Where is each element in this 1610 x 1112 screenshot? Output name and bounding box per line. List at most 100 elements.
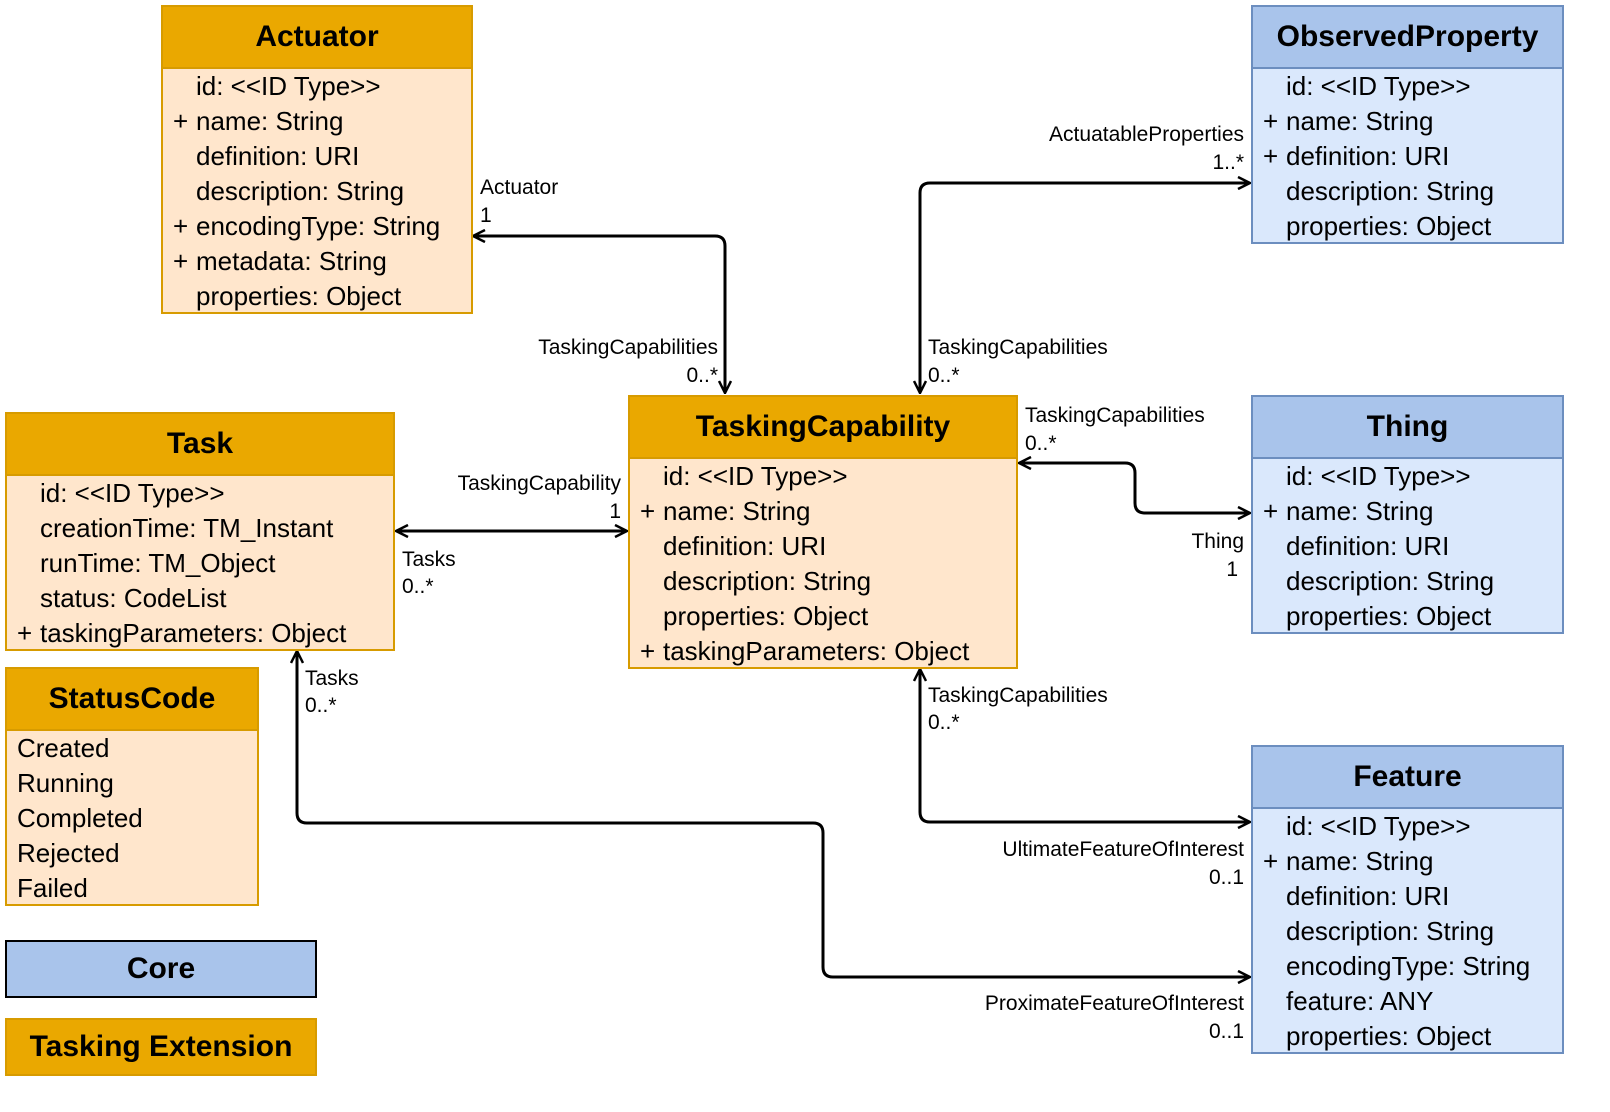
attribute-text: description: String xyxy=(1286,176,1495,206)
attribute-text: properties: Object xyxy=(1286,211,1492,241)
attribute-text: properties: Object xyxy=(1286,601,1492,631)
assoc-multiplicity: 0..* xyxy=(305,694,337,717)
attribute-row: + taskingParameters: Object xyxy=(7,616,393,651)
attribute-text: description: String xyxy=(196,176,405,206)
assoc-multiplicity: 1..* xyxy=(1212,151,1244,174)
attribute-row: + name: String xyxy=(1253,494,1562,529)
attribute-text: definition: URI xyxy=(1286,531,1450,561)
attribute-text: Created xyxy=(17,733,110,763)
visibility-marker: + xyxy=(1263,106,1279,136)
attribute-row: encodingType: String xyxy=(1253,949,1562,984)
attribute-text: properties: Object xyxy=(1286,1021,1492,1051)
attribute-text: Completed xyxy=(17,803,143,833)
attribute-row: properties: Object xyxy=(630,599,1016,634)
attribute-row: id: <<ID Type>> xyxy=(163,69,471,104)
attribute-text: definition: URI xyxy=(196,141,360,171)
attribute-row: properties: Object xyxy=(1253,599,1562,634)
assoc-multiplicity: 0..* xyxy=(1025,432,1057,455)
attribute-row: + name: String xyxy=(1253,844,1562,879)
class-name: Actuator xyxy=(163,7,471,69)
attribute-text: Failed xyxy=(17,873,88,903)
visibility-marker: + xyxy=(640,636,656,666)
assoc-label: TaskingCapabilities xyxy=(928,336,1108,359)
class-task: Task id: <<ID Type>> creationTime: TM_Inst… xyxy=(5,412,395,651)
attribute-text: properties: Object xyxy=(663,601,869,631)
attribute-text: id: <<ID Type>> xyxy=(40,478,225,508)
assoc-multiplicity: 0..* xyxy=(402,575,434,598)
attribute-text: feature: ANY xyxy=(1286,986,1434,1016)
attribute-row: creationTime: TM_Instant xyxy=(7,511,393,546)
visibility-marker: + xyxy=(1263,846,1279,876)
attribute-text: id: <<ID Type>> xyxy=(1286,71,1471,101)
visibility-marker: + xyxy=(173,211,189,241)
class-taskingcapability: TaskingCapability id: <<ID Type>> + name: S… xyxy=(628,395,1018,669)
attribute-text: metadata: String xyxy=(196,246,387,276)
attribute-row: description: String xyxy=(1253,564,1562,599)
attribute-row: + taskingParameters: Object xyxy=(630,634,1016,669)
attribute-row: description: String xyxy=(163,174,471,209)
class-name: ObservedProperty xyxy=(1253,7,1562,69)
attribute-text: taskingParameters: Object xyxy=(40,618,347,648)
attribute-row: + name: String xyxy=(630,494,1016,529)
attribute-text: definition: URI xyxy=(663,531,827,561)
attribute-text: properties: Object xyxy=(196,281,402,311)
visibility-marker: + xyxy=(17,618,33,648)
attribute-text: id: <<ID Type>> xyxy=(1286,811,1471,841)
attribute-row: + name: String xyxy=(163,104,471,139)
attribute-text: name: String xyxy=(1286,496,1434,526)
attribute-text: id: <<ID Type>> xyxy=(663,461,848,491)
attribute-row: status: CodeList xyxy=(7,581,393,616)
assoc-multiplicity: 0..1 xyxy=(1208,1020,1244,1043)
attribute-text: id: <<ID Type>> xyxy=(196,71,381,101)
attribute-text: name: String xyxy=(196,106,344,136)
attribute-row: id: <<ID Type>> xyxy=(630,459,1016,494)
attribute-text: Running xyxy=(17,768,114,798)
attribute-text: taskingParameters: Object xyxy=(663,636,970,666)
assoc-label: ActuatableProperties xyxy=(1049,123,1244,146)
attribute-row: description: String xyxy=(1253,174,1562,209)
attribute-row: + metadata: String xyxy=(163,244,471,279)
class-statuscode: StatusCode Created Running Completed Rejecte… xyxy=(5,667,259,906)
attribute-text: definition: URI xyxy=(1286,141,1450,171)
attribute-row: + name: String xyxy=(1253,104,1562,139)
enum-value: Running xyxy=(7,766,257,801)
assoc-label: TaskingCapabilities xyxy=(928,684,1108,707)
attribute-row: definition: URI xyxy=(1253,879,1562,914)
enum-value: Created xyxy=(7,731,257,766)
class-observedproperty: ObservedProperty id: <<ID Type>> + name: St… xyxy=(1251,5,1564,244)
assoc-multiplicity: 1 xyxy=(609,500,621,523)
enum-value: Rejected xyxy=(7,836,257,871)
attribute-row: feature: ANY xyxy=(1253,984,1562,1019)
assoc-label: Tasks xyxy=(402,548,456,571)
assoc-multiplicity: 0..* xyxy=(928,711,960,734)
edge-thing-taskingcapability xyxy=(1019,463,1250,513)
enum-value: Completed xyxy=(7,801,257,836)
attribute-text: encodingType: String xyxy=(1286,951,1531,981)
class-name: Task xyxy=(7,414,393,476)
attribute-text: status: CodeList xyxy=(40,583,227,613)
attribute-row: id: <<ID Type>> xyxy=(1253,809,1562,844)
attribute-row: definition: URI xyxy=(1253,529,1562,564)
attribute-text: creationTime: TM_Instant xyxy=(40,513,334,543)
attribute-row: runTime: TM_Object xyxy=(7,546,393,581)
attribute-text: name: String xyxy=(1286,106,1434,136)
attribute-text: description: String xyxy=(1286,916,1495,946)
attribute-text: description: String xyxy=(1286,566,1495,596)
enum-value: Failed xyxy=(7,871,257,906)
visibility-marker: + xyxy=(1263,141,1279,171)
class-name: Thing xyxy=(1253,397,1562,459)
attribute-row: properties: Object xyxy=(1253,1019,1562,1054)
attribute-row: properties: Object xyxy=(1253,209,1562,244)
visibility-marker: + xyxy=(1263,496,1279,526)
assoc-label: Tasks xyxy=(305,667,359,690)
attribute-text: definition: URI xyxy=(1286,881,1450,911)
assoc-multiplicity: 0..* xyxy=(928,364,960,387)
attribute-row: id: <<ID Type>> xyxy=(1253,69,1562,104)
visibility-marker: + xyxy=(173,106,189,136)
class-name: Feature xyxy=(1253,747,1562,809)
legend-tasking-extension: Tasking Extension xyxy=(5,1018,317,1076)
class-feature: Feature id: <<ID Type>> + name: String defin… xyxy=(1251,745,1564,1054)
assoc-multiplicity: 0..* xyxy=(686,364,718,387)
class-name: StatusCode xyxy=(7,669,257,731)
attribute-row: properties: Object xyxy=(163,279,471,314)
